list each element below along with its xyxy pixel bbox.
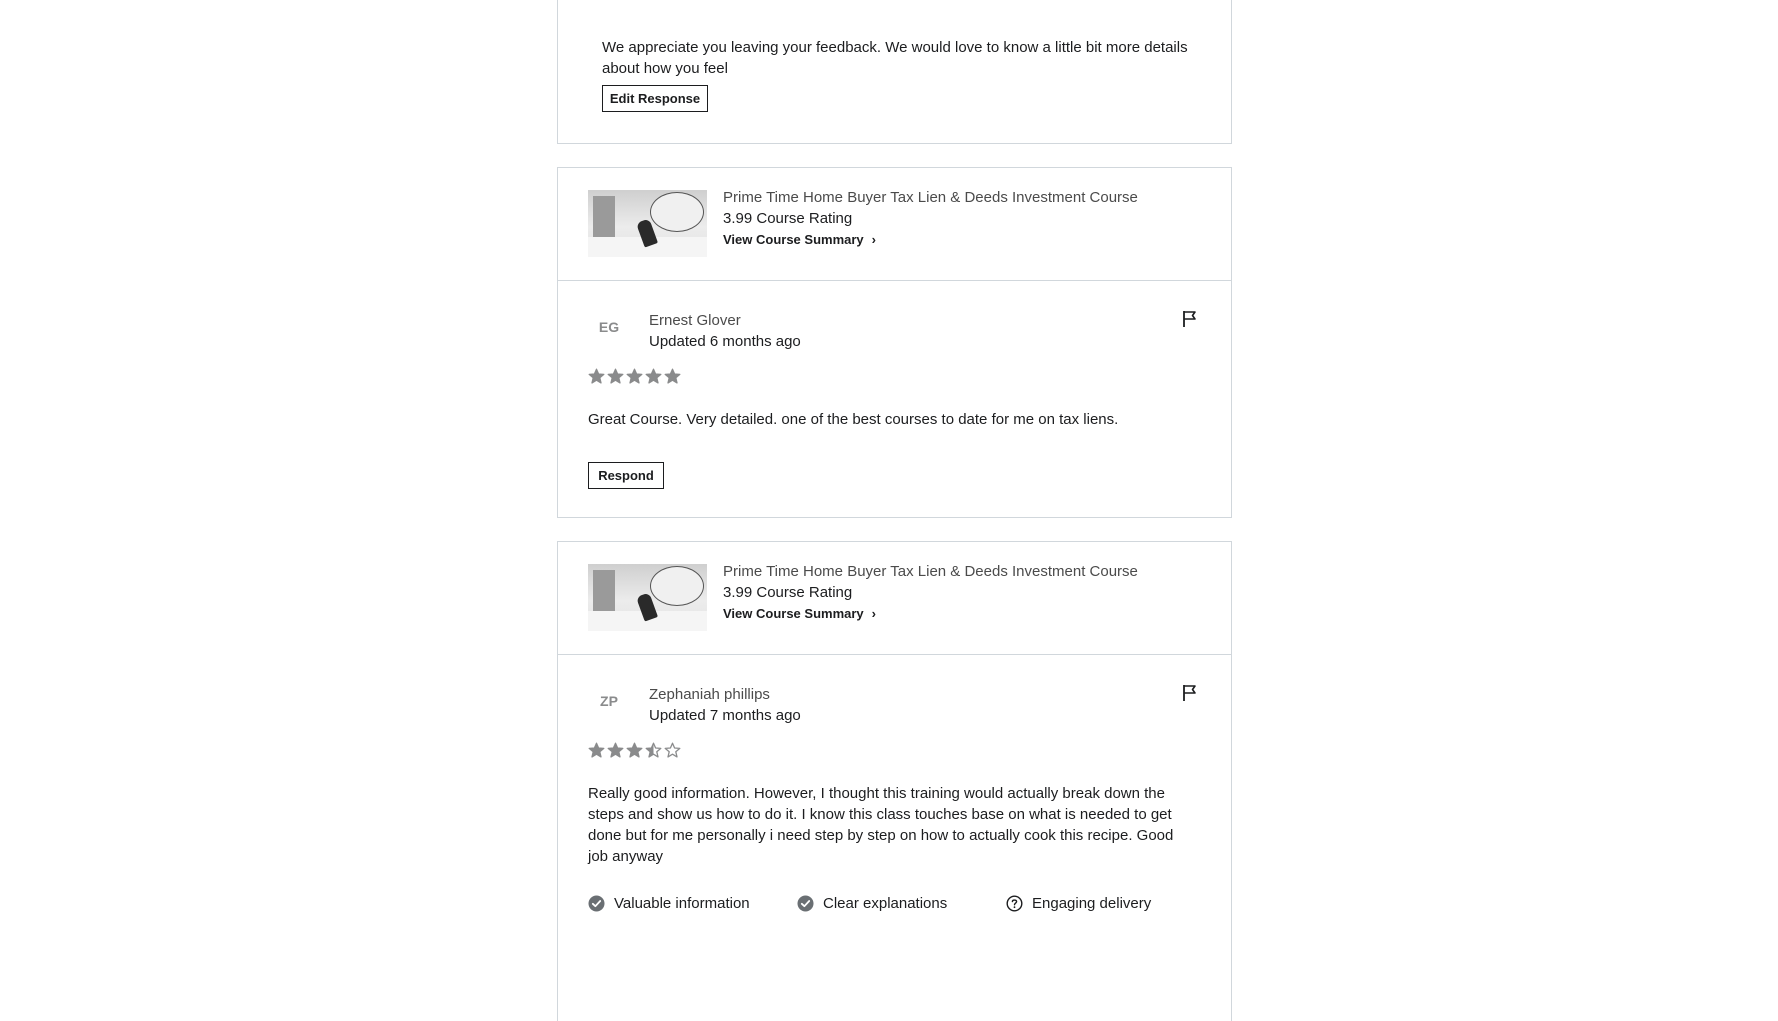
star-full-icon xyxy=(664,368,681,384)
avatar: ZP xyxy=(600,693,618,709)
tag-label: Engaging delivery xyxy=(1032,895,1152,912)
flag-icon[interactable] xyxy=(1182,310,1198,328)
feedback-text: We appreciate you leaving your feedback.… xyxy=(602,39,1188,77)
tag-label: Valuable information xyxy=(614,895,750,912)
flag-icon[interactable] xyxy=(1182,684,1198,702)
view-course-summary-link[interactable]: View Course Summary › xyxy=(723,606,876,621)
chevron-right-icon: › xyxy=(871,232,876,247)
review-text: Really good information. However, I thou… xyxy=(588,785,1174,865)
tag-engaging-delivery: Engaging delivery xyxy=(1006,895,1151,912)
reviewer-name: Ernest Glover xyxy=(649,312,741,329)
course-header: Prime Time Home Buyer Tax Lien & Deeds I… xyxy=(558,542,1231,655)
course-title: Prime Time Home Buyer Tax Lien & Deeds I… xyxy=(723,189,1138,206)
star-full-icon xyxy=(626,742,643,758)
course-rating: 3.99 Course Rating xyxy=(723,210,853,227)
review-tags: Valuable information Clear explanations … xyxy=(588,895,1151,912)
view-course-summary-link[interactable]: View Course Summary › xyxy=(723,232,876,247)
check-circle-icon xyxy=(797,895,814,912)
star-full-icon xyxy=(607,368,624,384)
star-full-icon xyxy=(607,742,624,758)
star-full-icon xyxy=(588,742,605,758)
review-card: Prime Time Home Buyer Tax Lien & Deeds I… xyxy=(557,541,1232,1021)
feedback-response-card: We appreciate you leaving your feedback.… xyxy=(557,0,1232,144)
star-full-icon xyxy=(645,368,662,384)
question-circle-icon xyxy=(1006,895,1023,912)
view-course-summary-label: View Course Summary xyxy=(723,232,864,247)
review-updated-time: Updated 6 months ago xyxy=(649,333,801,350)
respond-button[interactable]: Respond xyxy=(588,462,664,489)
check-circle-icon xyxy=(588,895,605,912)
course-title: Prime Time Home Buyer Tax Lien & Deeds I… xyxy=(723,563,1138,580)
course-thumbnail[interactable] xyxy=(588,564,707,631)
star-half-icon xyxy=(645,742,662,758)
course-thumbnail[interactable] xyxy=(588,190,707,257)
chevron-right-icon: › xyxy=(871,606,876,621)
review-card: Prime Time Home Buyer Tax Lien & Deeds I… xyxy=(557,167,1232,518)
edit-response-button[interactable]: Edit Response xyxy=(602,85,708,112)
course-header: Prime Time Home Buyer Tax Lien & Deeds I… xyxy=(558,168,1231,281)
tag-label: Clear explanations xyxy=(823,895,948,912)
tag-clear-explanations: Clear explanations xyxy=(797,895,1006,912)
view-course-summary-label: View Course Summary xyxy=(723,606,864,621)
review-updated-time: Updated 7 months ago xyxy=(649,707,801,724)
course-rating: 3.99 Course Rating xyxy=(723,584,853,601)
star-full-icon xyxy=(626,368,643,384)
reviewer-name: Zephaniah phillips xyxy=(649,686,770,703)
review-text: Great Course. Very detailed. one of the … xyxy=(588,411,1119,428)
star-empty-icon xyxy=(664,742,681,758)
star-rating xyxy=(588,742,681,759)
avatar: EG xyxy=(598,319,620,335)
star-full-icon xyxy=(588,368,605,384)
star-rating xyxy=(588,368,681,385)
tag-valuable-information: Valuable information xyxy=(588,895,797,912)
